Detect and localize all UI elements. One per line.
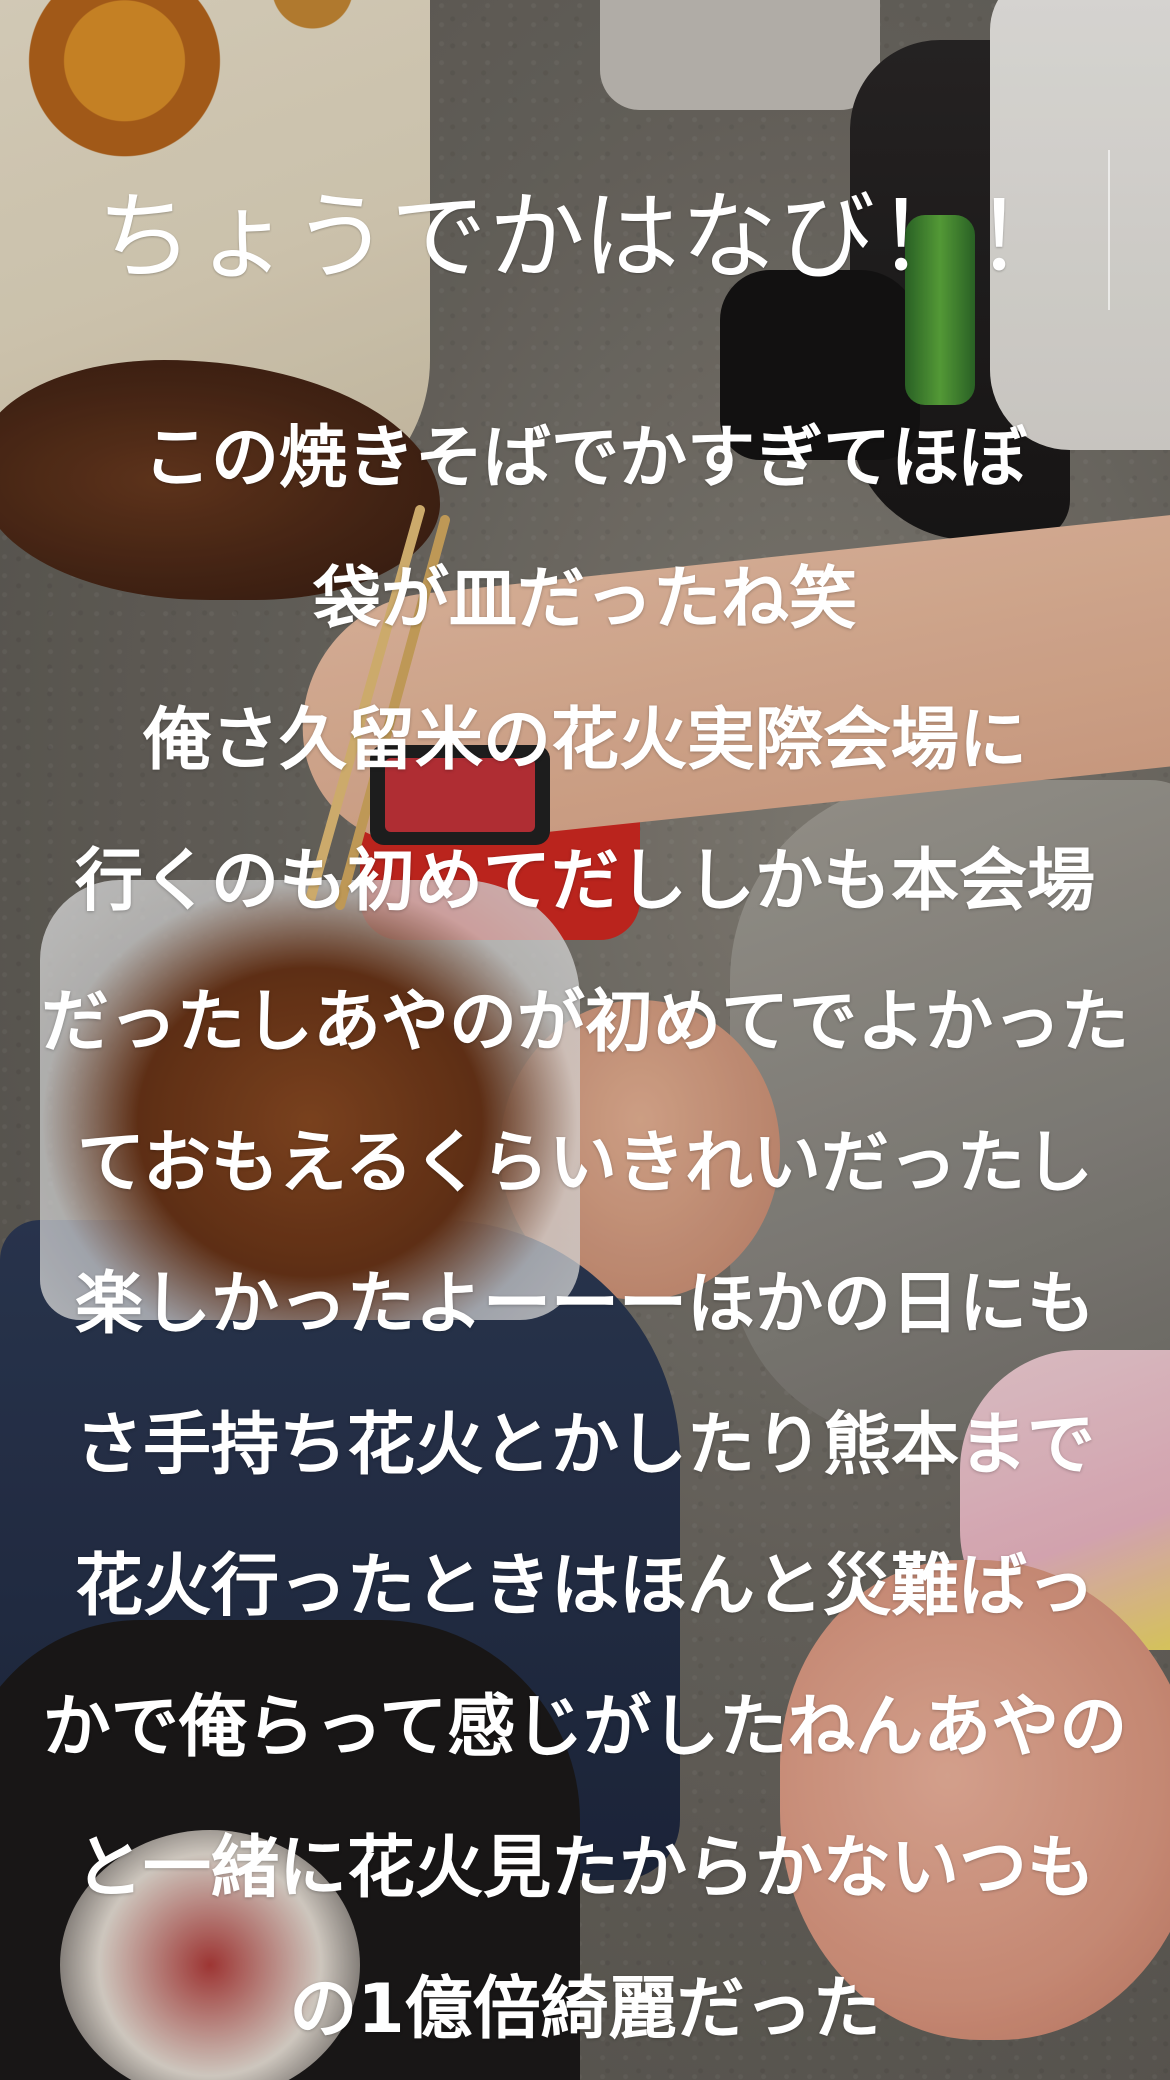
caption-line: 楽しかったよーーーほかの日にも <box>74 1265 1095 1344</box>
caption-line: 袋が皿だったね笑 <box>312 560 857 639</box>
caption-line: 花火行ったときはほんと災難ばっ <box>74 1547 1095 1626</box>
caption-line: だったしあやのが初めてでよかった <box>40 983 1129 1062</box>
caption-line: 俺さ久留米の花火実際会場に <box>142 701 1027 780</box>
caption-line: 行くのも初めてだししかも本会場 <box>74 842 1095 921</box>
caption-line: さ手持ち花火とかしたり熊本まで <box>74 1406 1095 1485</box>
caption-line: この焼きそばでかすぎてほぼ <box>142 419 1027 498</box>
caption-line: の1億倍綺麗だった <box>289 1970 881 2049</box>
story-caption: この焼きそばでかすぎてほぼ 袋が皿だったね笑 俺さ久留米の花火実際会場に 行くの… <box>40 388 1130 2080</box>
caption-line: かで俺らって感じがしたねんあやの <box>42 1688 1128 1767</box>
caption-line: と一緒に花火見たからかないつも <box>74 1829 1095 1908</box>
story-frame: ちょうでかはなび！！ この焼きそばでかすぎてほぼ 袋が皿だったね笑 俺さ久留米の… <box>0 0 1170 2080</box>
story-title: ちょうでかはなび！！ <box>96 181 1074 293</box>
caption-line: ておもえるくらいきれいだったし <box>77 1124 1093 1203</box>
